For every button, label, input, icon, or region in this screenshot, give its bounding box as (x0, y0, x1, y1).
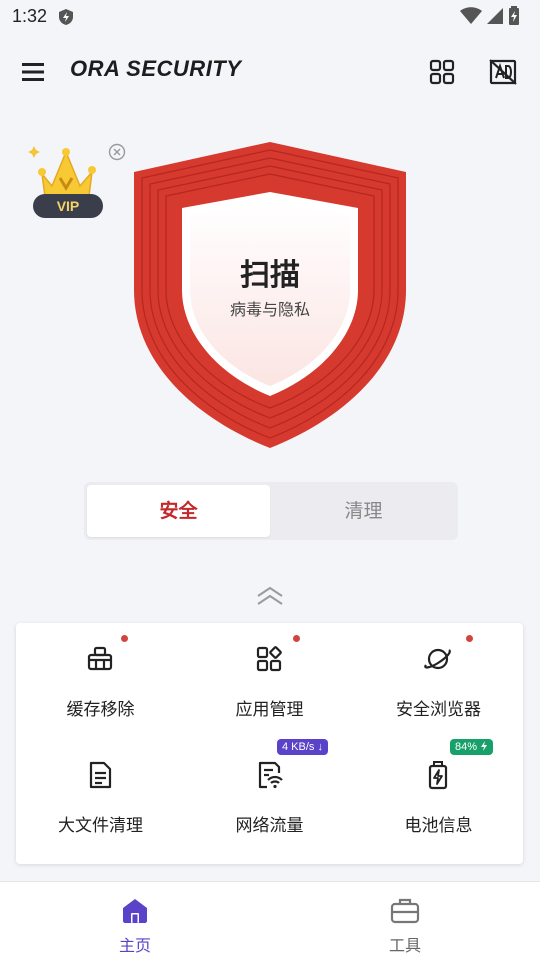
bottom-nav: 主页 工具 (0, 881, 540, 960)
tab-clean[interactable]: 清理 (272, 485, 455, 537)
notification-dot (466, 635, 473, 642)
wifi-icon (460, 7, 482, 24)
broom-icon (87, 646, 113, 671)
menu-icon[interactable] (18, 58, 48, 86)
scan-label-group: 扫描 病毒与隐私 (132, 256, 408, 320)
status-time: 1:32 (12, 6, 48, 26)
feature-large-file-clean[interactable]: 大文件清理 (16, 739, 185, 849)
charging-icon (481, 741, 488, 751)
nav-label: 工具 (388, 936, 421, 955)
home-icon (123, 899, 147, 923)
status-bar: 1:32 (0, 0, 540, 34)
network-icon (258, 761, 283, 789)
notification-dot (121, 635, 128, 642)
tab-security[interactable]: 安全 (87, 485, 270, 537)
notification-dot (293, 635, 300, 642)
feature-card: 缓存移除 应用管理 安全浏览器 大文件清理 4 KB/s ↓ 网络流量 84% … (16, 623, 523, 864)
vip-badge[interactable]: VIP (33, 194, 103, 218)
grid-icon[interactable] (428, 58, 456, 86)
feature-network-traffic[interactable]: 4 KB/s ↓ 网络流量 (185, 739, 354, 849)
feature-label: 电池信息 (404, 816, 473, 836)
scan-title: 扫描 (240, 258, 300, 293)
file-icon (89, 761, 112, 789)
battery-icon (428, 761, 448, 790)
scan-subtitle: 病毒与隐私 (229, 300, 310, 319)
feature-safe-browser[interactable]: 安全浏览器 (354, 623, 523, 733)
feature-label: 缓存移除 (66, 700, 135, 720)
no-ads-icon[interactable] (488, 58, 518, 86)
battery-status-icon (509, 6, 519, 25)
feature-label: 大文件清理 (58, 816, 143, 836)
feature-label: 安全浏览器 (396, 700, 481, 720)
battery-level-badge: 84% (450, 739, 494, 755)
nav-label: 主页 (118, 936, 151, 955)
feature-battery-info[interactable]: 84% 电池信息 (354, 739, 523, 849)
close-icon[interactable] (108, 143, 126, 161)
apps-icon (256, 646, 282, 672)
feature-label: 网络流量 (235, 816, 304, 836)
planet-icon (424, 648, 451, 670)
nav-tools[interactable]: 工具 (270, 882, 540, 960)
app-bar: ORA SECURITY (0, 44, 540, 100)
signal-icon (487, 8, 503, 24)
network-speed-badge: 4 KB/s ↓ (277, 739, 328, 755)
feature-app-management[interactable]: 应用管理 (185, 623, 354, 733)
nav-home[interactable]: 主页 (0, 882, 270, 960)
security-shield-icon (59, 9, 73, 25)
toolbox-icon (390, 898, 420, 924)
app-logo: ORA SECURITY (70, 56, 242, 81)
mode-tabs: 安全 清理 (84, 482, 458, 540)
feature-cache-removal[interactable]: 缓存移除 (16, 623, 185, 733)
feature-label: 应用管理 (235, 700, 304, 720)
chevron-up-icon[interactable] (254, 584, 286, 608)
